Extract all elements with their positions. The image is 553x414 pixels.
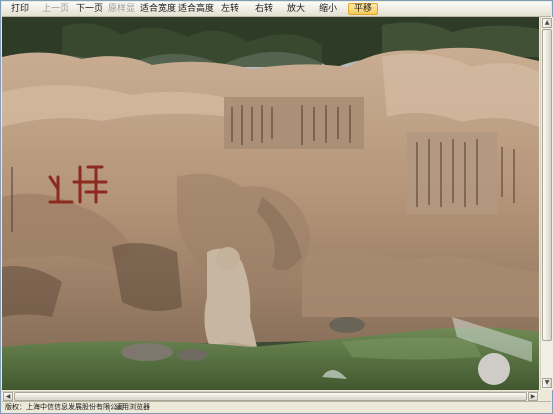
scroll-up-arrow-icon[interactable]: ▲ [542, 18, 552, 28]
rotate-right-button[interactable]: 右转 [254, 3, 274, 15]
toolbar: 打印 上一页 下一页 原样显 适合宽度 适合高度 左转 右转 放大 缩小 平移 [2, 2, 551, 17]
print-button[interactable]: 打印 [10, 3, 30, 15]
scroll-down-arrow-icon[interactable]: ▼ [542, 378, 552, 388]
vertical-scroll-thumb[interactable] [542, 29, 552, 341]
scroll-left-arrow-icon[interactable]: ◀ [3, 392, 13, 401]
fit-width-button[interactable]: 适合宽度 [140, 3, 176, 15]
horizontal-scroll-thumb[interactable] [14, 392, 527, 401]
vertical-scrollbar[interactable]: ▲ ▼ [540, 17, 553, 390]
fit-height-button[interactable]: 适合高度 [178, 3, 214, 15]
viewer-window: 打印 上一页 下一页 原样显 适合宽度 适合高度 左转 右转 放大 缩小 平移 [0, 0, 553, 414]
scroll-right-arrow-icon[interactable]: ▶ [528, 392, 538, 401]
horizontal-scrollbar[interactable]: ◀ ▶ [2, 391, 539, 401]
pan-button[interactable]: 平移 [348, 3, 378, 15]
rock-carving-photo [2, 17, 539, 390]
browser-mode-text: 通用浏览器 [115, 403, 150, 411]
zoom-out-button[interactable]: 缩小 [318, 3, 338, 15]
previous-page-button[interactable]: 上一页 [42, 3, 69, 15]
next-page-button[interactable]: 下一页 [76, 3, 103, 15]
status-divider [109, 404, 110, 412]
copyright-text: 版权：上海中信信息发展股份有限公司 [5, 403, 124, 411]
zoom-in-button[interactable]: 放大 [286, 3, 306, 15]
status-bar: 版权：上海中信信息发展股份有限公司 通用浏览器 [2, 401, 551, 413]
rotate-left-button[interactable]: 左转 [220, 3, 240, 15]
original-size-button[interactable]: 原样显 [108, 3, 135, 15]
image-viewport[interactable] [2, 17, 539, 390]
